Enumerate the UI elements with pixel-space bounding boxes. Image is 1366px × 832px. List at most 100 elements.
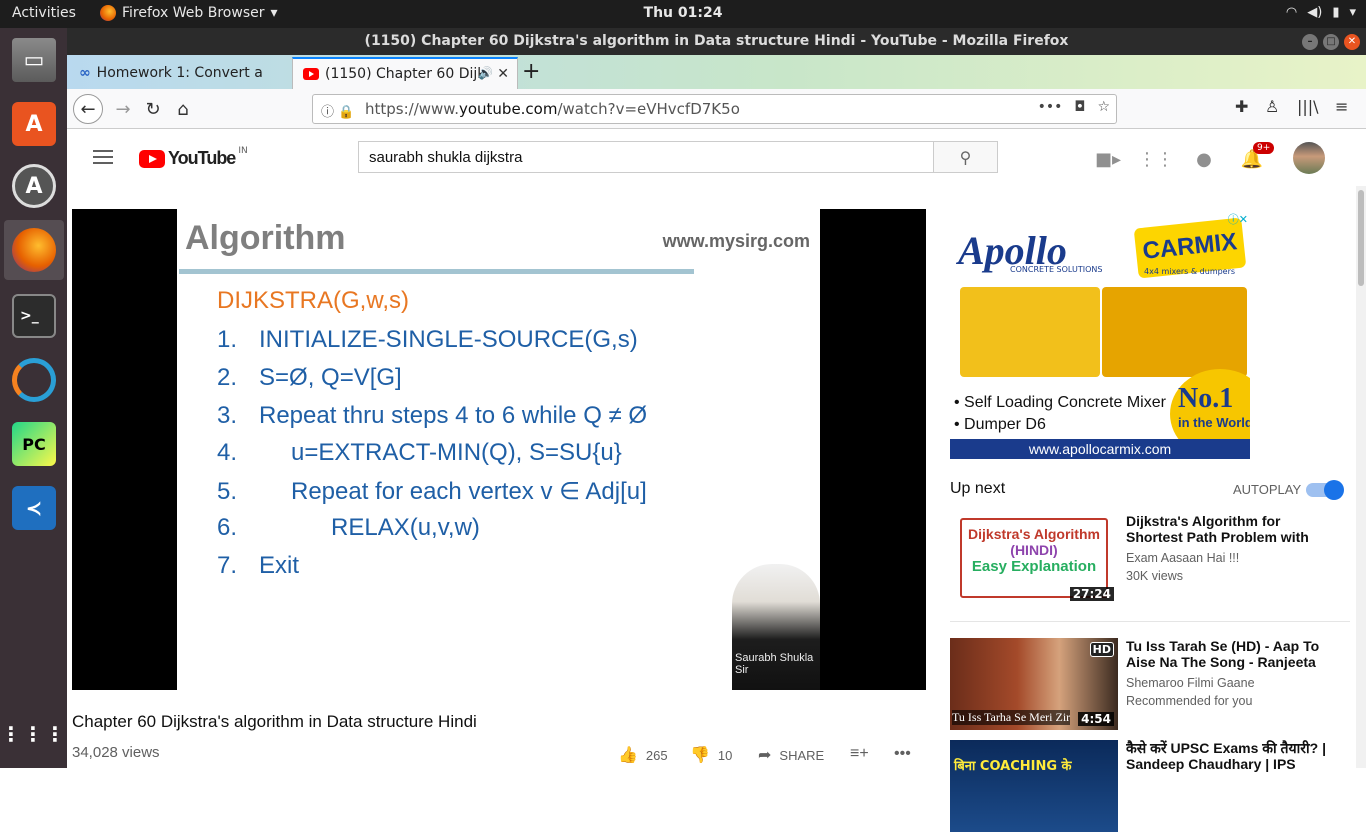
playlist-add-icon: ≡+ [850,745,869,762]
pycharm-icon: PC [12,422,56,466]
dislike-button[interactable]: 👎 10 [690,745,732,765]
thumbs-down-icon: 👎 [690,747,710,764]
firefox-icon [12,228,56,272]
video-thumbnail[interactable]: HD Tu Iss Tarha Se Meri Zir 4:54 [950,638,1118,730]
wifi-icon: ◠ [1285,5,1298,20]
youtube-header: YouTube IN ⚲ ■▸ ⋮⋮ ● 🔔 9+ [67,130,1366,186]
pocket-icon[interactable]: ◘ [1074,99,1085,115]
new-tab-button[interactable]: + [522,59,540,84]
menu-icon[interactable]: ≡ [1335,97,1348,116]
recommended-video[interactable]: Dijkstra's Algorithm (HINDI) Easy Explan… [950,513,1350,605]
recommended-title[interactable]: Tu Iss Tarah Se (HD) - Aap To Aise Na Th… [1126,638,1336,670]
recommended-title[interactable]: Dijkstra's Algorithm for Shortest Path P… [1126,513,1336,546]
create-video-icon[interactable]: ■▸ [1095,148,1121,170]
lock-icon[interactable]: ⓘ 🔒 [321,101,354,120]
video-title: Chapter 60 Dijkstra's algorithm in Data … [72,712,477,731]
notification-badge: 9+ [1253,142,1275,154]
reload-button[interactable]: ↻ [139,95,167,123]
slide-line: 6. RELAX(u,v,w) [217,514,480,541]
software-updater-icon: A [12,164,56,208]
dumper-truck-image [1102,287,1247,377]
extension-icon[interactable]: ✚ [1235,97,1248,116]
tab-label: Homework 1: Convert a [96,65,263,81]
dock-vscode[interactable]: ≺ [4,478,64,538]
adchoices-icon[interactable]: ⓘ✕ [1228,211,1248,227]
add-to-playlist-button[interactable]: ≡+ [850,745,869,763]
speaker-icon[interactable]: 🔊 [478,66,493,80]
chevron-down-icon: ▾ [1349,5,1356,20]
divider [950,621,1350,622]
youtube-logo[interactable]: YouTube IN [139,146,248,169]
hd-badge: HD [1089,642,1114,657]
youtube-play-icon [139,149,165,168]
bookmark-star-icon[interactable]: ☆ [1097,99,1110,115]
slide-heading: DIJKSTRA(G,w,s) [217,287,410,314]
tab-homework[interactable]: ∞ Homework 1: Convert a [69,57,291,89]
dock-terminal[interactable]: >_ [4,286,64,346]
up-next-heading: Up next [950,480,1006,497]
slide-line: 4. u=EXTRACT-MIN(Q), S=SU{u} [217,439,622,466]
messages-icon[interactable]: ● [1193,148,1215,170]
search-button[interactable]: ⚲ [933,141,998,173]
show-applications-button[interactable]: ⋮⋮⋮ [1,704,65,764]
autoplay-toggle[interactable] [1306,480,1344,500]
presenter-caption: Saurabh Shukla Sir [735,652,814,676]
avatar[interactable] [1293,142,1325,174]
launcher-dock: ▭ A A >_ PC ≺ ⋮⋮⋮ [0,28,67,768]
navigation-toolbar: ← → ↻ ⌂ ⓘ 🔒 https://www.youtube.com/watc… [67,89,1366,129]
recommended-video[interactable]: HD Tu Iss Tarha Se Meri Zir 4:54 Tu Iss … [950,638,1350,730]
back-button[interactable]: ← [73,94,103,124]
dock-pycharm[interactable]: PC [4,414,64,474]
ad-url: www.apollocarmix.com [950,439,1250,459]
library-icon[interactable]: |||\ [1297,97,1319,116]
video-player[interactable]: Algorithm www.mysirg.com DIJKSTRA(G,w,s)… [72,209,926,690]
share-button[interactable]: ➦ SHARE [758,745,824,765]
shopping-bag-icon: A [12,102,56,146]
close-tab-icon[interactable]: ✕ [497,66,509,82]
page-actions-icon[interactable]: ••• [1038,99,1063,115]
minimize-button[interactable]: – [1302,34,1318,50]
dock-software[interactable]: A [4,94,64,154]
thumbnail-caption: बिना COACHING के [954,759,1072,774]
recommended-title[interactable]: कैसे करें UPSC Exams की तैयारी? | Sandee… [1126,740,1336,772]
address-bar[interactable]: ⓘ 🔒 https://www.youtube.com/watch?v=eVHv… [312,94,1117,124]
dock-firefox[interactable] [4,220,64,280]
recommended-video[interactable]: बिना COACHING के कैसे करें UPSC Exams की… [950,740,1350,832]
ad-bullets: • Self Loading Concrete Mixer • Dumper D… [954,394,1166,433]
window-title-bar: (1150) Chapter 60 Dijkstra's algorithm i… [67,28,1366,55]
extension-icon[interactable]: ♙ [1265,97,1279,116]
clock[interactable]: Thu 01:24 [0,5,1366,21]
vscode-icon: ≺ [12,486,56,530]
video-thumbnail[interactable]: बिना COACHING के [950,740,1118,832]
window-title: (1150) Chapter 60 Dijkstra's algorithm i… [364,33,1069,49]
tab-youtube[interactable]: (1150) Chapter 60 Dijk 🔊 ✕ [292,57,518,89]
recommendation-reason: Recommended for you [1126,694,1253,708]
autoplay-label: AUTOPLAY [1233,482,1302,497]
file-cabinet-icon: ▭ [12,38,56,82]
slide-divider [179,269,694,274]
youtube-icon [303,68,319,80]
dock-app[interactable] [4,350,64,410]
display-ad[interactable]: Apollo CONCRETE SOLUTIONS CARMIX 4x4 mix… [950,209,1250,459]
tab-label: (1150) Chapter 60 Dijk [325,66,486,82]
guide-menu-icon[interactable] [93,150,113,164]
video-thumbnail[interactable]: Dijkstra's Algorithm (HINDI) Easy Explan… [950,513,1118,605]
maximize-button[interactable]: □ [1323,34,1339,50]
slide-line: 7. Exit [217,552,300,579]
duration-badge: 4:54 [1078,712,1114,726]
page-scrollbar[interactable] [1356,186,1366,768]
close-button[interactable]: ✕ [1344,34,1360,50]
forward-button[interactable]: → [109,95,137,123]
channel-name: Exam Aasaan Hai !!! [1126,551,1240,565]
slide-line: 3. Repeat thru steps 4 to 6 while Q ≠ Ø [217,402,648,429]
app-ring-icon [12,358,56,402]
apps-grid-icon[interactable]: ⋮⋮ [1138,148,1174,170]
terminal-icon: >_ [12,294,56,338]
dock-updater[interactable]: A [4,156,64,216]
more-actions-button[interactable]: ••• [894,745,911,763]
system-tray[interactable]: ◠ ◀) ▮ ▾ [1286,5,1356,20]
search-input[interactable] [358,141,934,173]
like-button[interactable]: 👍 265 [618,745,668,765]
home-button[interactable]: ⌂ [169,95,197,123]
dock-files[interactable]: ▭ [4,30,64,90]
